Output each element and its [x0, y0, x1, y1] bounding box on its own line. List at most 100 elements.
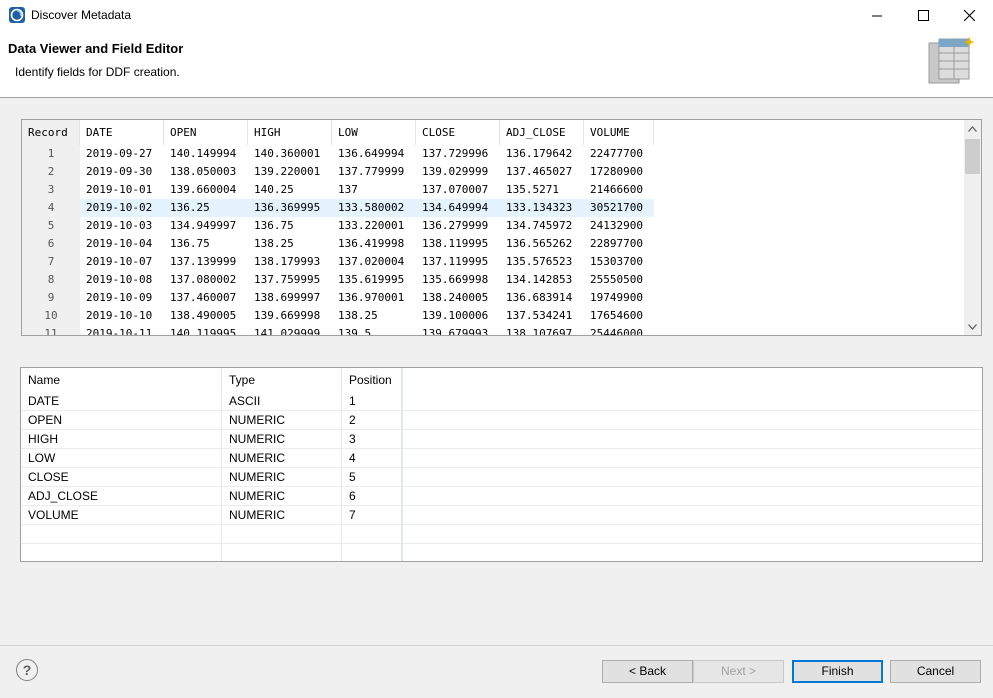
- vertical-scrollbar[interactable]: [964, 120, 981, 335]
- grid-header-open[interactable]: OPEN: [164, 120, 248, 145]
- field-cell-position[interactable]: 3: [342, 430, 403, 449]
- maximize-button[interactable]: [900, 0, 946, 31]
- finish-button[interactable]: Finish: [792, 660, 883, 683]
- grid-header-adj-close[interactable]: ADJ_CLOSE: [500, 120, 584, 145]
- field-cell-name[interactable]: CLOSE: [21, 468, 222, 487]
- field-cell-position[interactable]: 5: [342, 468, 403, 487]
- grid-cell-volume: 21466600: [590, 183, 643, 196]
- grid-cell-open: 137.080002: [170, 273, 237, 286]
- grid-header-low[interactable]: LOW: [332, 120, 416, 145]
- grid-cell-volume: 22477700: [590, 147, 643, 160]
- grid-row[interactable]: 8 2019-10-08 137.080002 137.759995 135.61999…: [22, 271, 964, 289]
- grid-row[interactable]: 3 2019-10-01 139.660004 140.25 137 137.070007…: [22, 181, 964, 199]
- field-cell-name[interactable]: VOLUME: [21, 506, 222, 525]
- grid-cell-adj-close: 135.576523: [506, 255, 573, 268]
- field-cell-position[interactable]: 1: [342, 392, 403, 411]
- field-cell-name[interactable]: ADJ_CLOSE: [21, 487, 222, 506]
- grid-row[interactable]: 6 2019-10-04 136.75 138.25 136.419998 138.119…: [22, 235, 964, 253]
- field-cell-name[interactable]: [21, 544, 222, 561]
- grid-cell-date: 2019-09-27: [86, 147, 153, 160]
- grid-cell-high: 141.029999: [254, 327, 321, 335]
- field-editor-table[interactable]: Name Type Position DATE ASCII 1 OPEN NUMERIC…: [20, 367, 983, 562]
- grid-header-date[interactable]: DATE: [80, 120, 164, 145]
- grid-row[interactable]: 11 2019-10-11 140.119995 141.029999 139.5 139…: [22, 325, 964, 335]
- cancel-button[interactable]: Cancel: [890, 660, 981, 683]
- grid-cell-low: 137: [338, 183, 358, 196]
- grid-cell-adj-close: 137.465027: [506, 165, 573, 178]
- field-row[interactable]: [21, 525, 982, 544]
- grid-header-close[interactable]: CLOSE: [416, 120, 500, 145]
- scroll-thumb[interactable]: [965, 139, 980, 174]
- field-cell-name[interactable]: OPEN: [21, 411, 222, 430]
- grid-cell-record: 1: [22, 145, 80, 163]
- field-cell-position[interactable]: 6: [342, 487, 403, 506]
- field-row[interactable]: VOLUME NUMERIC 7: [21, 506, 982, 525]
- field-cell-name[interactable]: HIGH: [21, 430, 222, 449]
- scroll-up-button[interactable]: [964, 120, 981, 137]
- grid-cell-high: 139.220001: [254, 165, 321, 178]
- field-cell-type[interactable]: NUMERIC: [222, 449, 342, 468]
- field-cell-position[interactable]: 4: [342, 449, 403, 468]
- field-row[interactable]: HIGH NUMERIC 3: [21, 430, 982, 449]
- field-cell-type[interactable]: [222, 525, 342, 544]
- next-button[interactable]: Next >: [693, 660, 784, 683]
- grid-row[interactable]: 4 2019-10-02 136.25 136.369995 133.580002 134…: [22, 199, 964, 217]
- field-cell-position[interactable]: [342, 544, 403, 561]
- grid-header-record[interactable]: Record: [22, 120, 80, 145]
- field-header-position[interactable]: Position: [342, 368, 403, 392]
- grid-row[interactable]: 10 2019-10-10 138.490005 139.669998 138.25 13…: [22, 307, 964, 325]
- close-button[interactable]: [946, 0, 992, 31]
- page-title: Data Viewer and Field Editor: [8, 41, 184, 56]
- field-row[interactable]: ADJ_CLOSE NUMERIC 6: [21, 487, 982, 506]
- data-preview-grid[interactable]: Record DATE OPEN HIGH LOW CLOSE ADJ_CLOS…: [21, 119, 982, 336]
- grid-cell-low: 136.419998: [338, 237, 405, 250]
- field-cell-type[interactable]: NUMERIC: [222, 487, 342, 506]
- grid-cell-close: 137.070007: [422, 183, 489, 196]
- grid-row[interactable]: 2 2019-09-30 138.050003 139.220001 137.77999…: [22, 163, 964, 181]
- field-cell-name[interactable]: LOW: [21, 449, 222, 468]
- grid-cell-record: 10: [22, 307, 80, 325]
- field-cell-type[interactable]: NUMERIC: [222, 506, 342, 525]
- grid-cell-low: 137.779999: [338, 165, 405, 178]
- field-row[interactable]: DATE ASCII 1: [21, 392, 982, 411]
- field-row[interactable]: OPEN NUMERIC 2: [21, 411, 982, 430]
- field-cell-type[interactable]: NUMERIC: [222, 430, 342, 449]
- field-header-name[interactable]: Name: [21, 368, 222, 392]
- field-row[interactable]: LOW NUMERIC 4: [21, 449, 982, 468]
- back-button[interactable]: < Back: [602, 660, 693, 683]
- minimize-button[interactable]: [854, 0, 900, 31]
- scroll-down-button[interactable]: [964, 318, 981, 335]
- grid-cell-close: 139.100006: [422, 309, 489, 322]
- grid-row[interactable]: 1 2019-09-27 140.149994 140.360001 136.64999…: [22, 145, 964, 163]
- page-description: Identify fields for DDF creation.: [15, 65, 180, 79]
- field-cell-type[interactable]: ASCII: [222, 392, 342, 411]
- field-cell-name[interactable]: [21, 525, 222, 544]
- field-cell-name[interactable]: DATE: [21, 392, 222, 411]
- help-button[interactable]: ?: [16, 659, 38, 681]
- field-cell-type[interactable]: NUMERIC: [222, 468, 342, 487]
- grid-cell-adj-close: 138.107697: [506, 327, 573, 335]
- grid-cell-record: 3: [22, 181, 80, 199]
- grid-cell-adj-close: 134.745972: [506, 219, 573, 232]
- grid-row[interactable]: 7 2019-10-07 137.139999 138.179993 137.02000…: [22, 253, 964, 271]
- grid-cell-date: 2019-10-11: [86, 327, 153, 335]
- field-cell-position[interactable]: 7: [342, 506, 403, 525]
- grid-cell-volume: 30521700: [590, 201, 643, 214]
- grid-header-volume[interactable]: VOLUME: [584, 120, 654, 145]
- grid-row[interactable]: 9 2019-10-09 137.460007 138.699997 136.97000…: [22, 289, 964, 307]
- grid-cell-volume: 19749900: [590, 291, 643, 304]
- header-divider: [0, 97, 993, 98]
- grid-cell-record: 11: [22, 325, 80, 335]
- field-cell-type[interactable]: [222, 544, 342, 561]
- app-swirl-icon: [9, 7, 25, 23]
- field-cell-position[interactable]: [342, 525, 403, 544]
- grid-cell-low: 133.220001: [338, 219, 405, 232]
- grid-header-high[interactable]: HIGH: [248, 120, 332, 145]
- field-row[interactable]: [21, 544, 982, 561]
- grid-cell-low: 136.970001: [338, 291, 405, 304]
- field-cell-type[interactable]: NUMERIC: [222, 411, 342, 430]
- grid-row[interactable]: 5 2019-10-03 134.949997 136.75 133.220001 136…: [22, 217, 964, 235]
- field-row[interactable]: CLOSE NUMERIC 5: [21, 468, 982, 487]
- field-cell-position[interactable]: 2: [342, 411, 403, 430]
- field-header-type[interactable]: Type: [222, 368, 342, 392]
